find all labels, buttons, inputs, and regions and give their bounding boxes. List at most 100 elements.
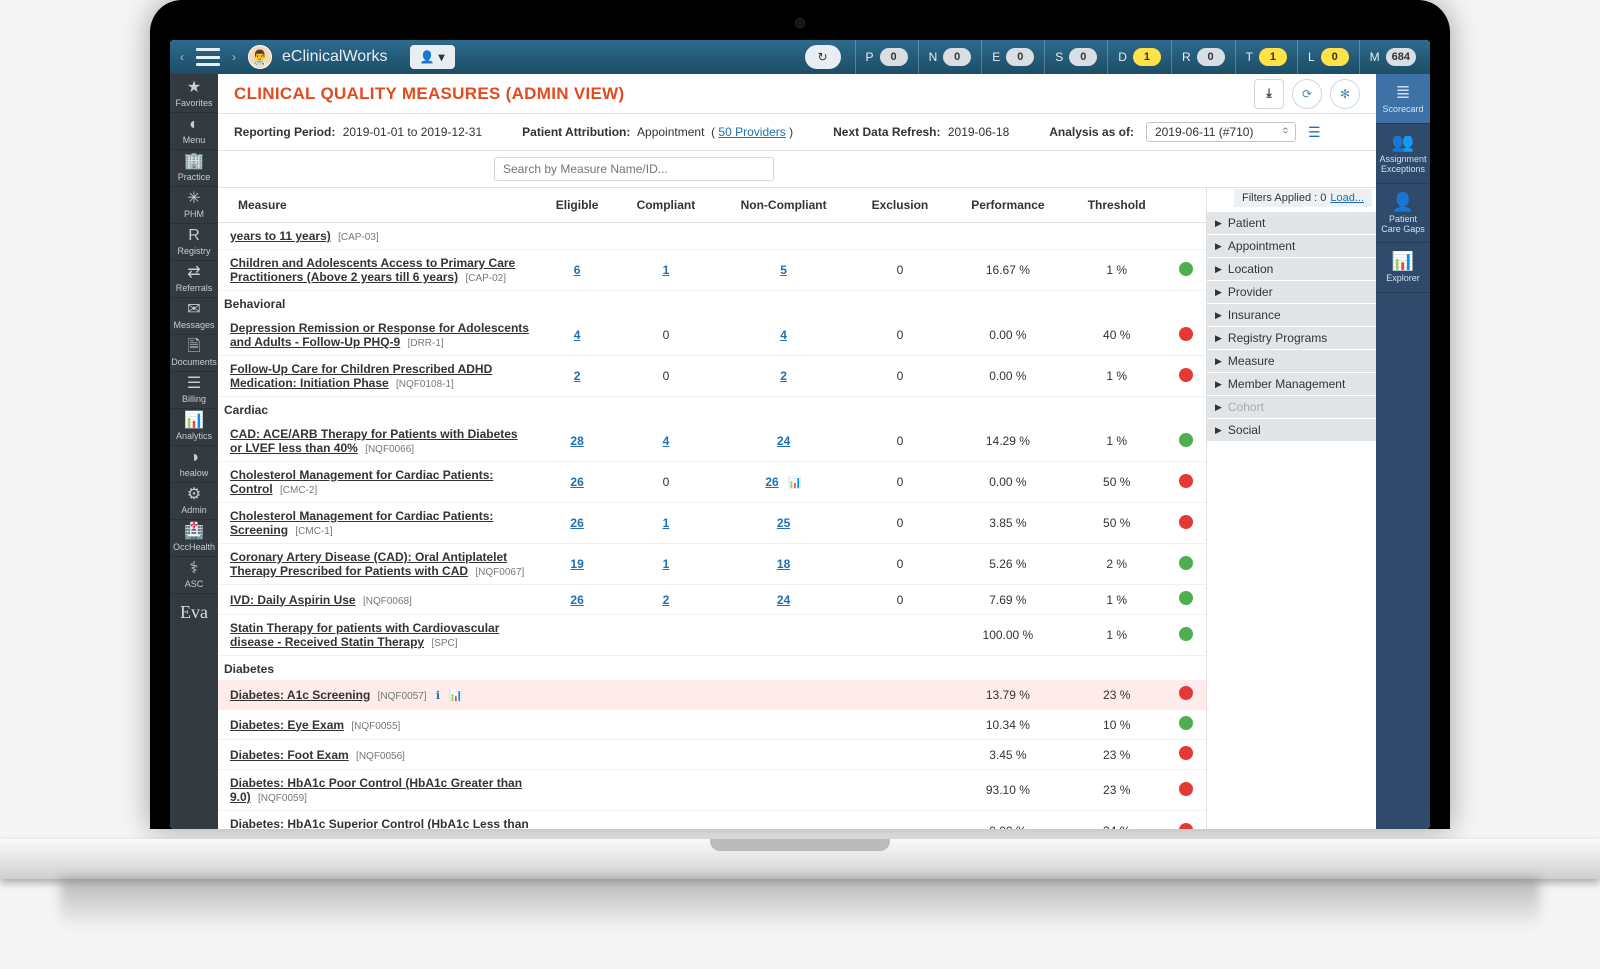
cell-link[interactable]: 5 [780,263,787,277]
measure-name[interactable]: Depression Remission or Response for Ado… [230,321,529,349]
leftnav-occhealth[interactable]: 🏥OccHealth [170,520,218,557]
measure-name[interactable]: Cholesterol Management for Cardiac Patie… [230,468,493,496]
leftnav-favorites[interactable]: ★Favorites [170,76,218,113]
leftnav-billing[interactable]: ☰Billing [170,372,218,409]
chart-icon[interactable]: 📊 [449,690,463,702]
chart-icon[interactable]: 📊 [788,477,802,489]
leftnav-analytics[interactable]: 📊Analytics [170,409,218,446]
filter-location[interactable]: ▶Location [1207,258,1376,281]
measure-name[interactable]: Diabetes: A1c Screening [230,688,370,702]
leftnav-phm[interactable]: ✳PHM [170,187,218,224]
filter-social[interactable]: ▶Social [1207,419,1376,442]
leftnav-asc[interactable]: ⚕ASC [170,557,218,594]
refresh-button[interactable]: ↻ [805,45,841,69]
rightnav-explorer[interactable]: 📊Explorer [1376,243,1430,293]
rightnav-assignment-exceptions[interactable]: 👥Assignment Exceptions [1376,124,1430,184]
filter-member-management[interactable]: ▶Member Management [1207,373,1376,396]
filter-registry-programs[interactable]: ▶Registry Programs [1207,327,1376,350]
menu-toggle-button[interactable] [196,48,220,66]
nav-forward-button[interactable]: › [226,42,242,72]
cell-link[interactable]: 18 [777,557,790,571]
measure-row[interactable]: Cholesterol Management for Cardiac Patie… [218,503,1206,544]
measure-name[interactable]: Diabetes: Eye Exam [230,718,344,732]
leftnav-referrals[interactable]: ⇄Referrals [170,261,218,298]
filter-patient[interactable]: ▶Patient [1207,212,1376,235]
analysis-date-select[interactable]: 2019-06-11 (#710) [1146,122,1296,142]
cell-link[interactable]: 24 [777,434,790,448]
cell-link[interactable]: 26 [570,516,583,530]
leftnav-admin[interactable]: ⚙Admin [170,483,218,520]
measure-row[interactable]: Cholesterol Management for Cardiac Patie… [218,462,1206,503]
measure-name[interactable]: years to 11 years) [230,229,331,243]
filter-insurance[interactable]: ▶Insurance [1207,304,1376,327]
cell-link[interactable]: 28 [570,434,583,448]
filter-measure[interactable]: ▶Measure [1207,350,1376,373]
cell-link[interactable]: 26 [570,475,583,489]
measure-row[interactable]: Depression Remission or Response for Ado… [218,315,1206,356]
counter-r[interactable]: R0 [1171,40,1235,74]
leftnav-messages[interactable]: ✉Messages [170,298,218,335]
settings-button[interactable]: ✻ [1330,79,1360,109]
search-input[interactable] [494,157,774,181]
patient-lookup-button[interactable]: 👤 ▾ [410,45,455,69]
measure-name[interactable]: Coronary Artery Disease (CAD): Oral Anti… [230,550,507,578]
cell-link[interactable]: 2 [574,369,581,383]
nav-back-button[interactable]: ‹ [174,42,190,72]
cell-link[interactable]: 2 [663,593,670,607]
rightnav-scorecard[interactable]: ≣Scorecard [1376,74,1430,124]
measure-name[interactable]: Diabetes: HbA1c Superior Control (HbA1c … [230,817,529,829]
rightnav-patient-care-gaps[interactable]: 👤Patient Care Gaps [1376,184,1430,244]
leftnav-healow[interactable]: ◑healow [170,446,218,483]
counter-t[interactable]: T1 [1235,40,1297,74]
measure-row[interactable]: Follow-Up Care for Children Prescribed A… [218,356,1206,397]
measure-row[interactable]: Diabetes: HbA1c Superior Control (HbA1c … [218,811,1206,830]
measure-row[interactable]: Diabetes: Foot Exam [NQF0056]3.45 %23 % [218,740,1206,770]
cell-link[interactable]: 26 [570,593,583,607]
refresh-action-button[interactable]: ⟳ [1292,79,1322,109]
counter-d[interactable]: D1 [1107,40,1171,74]
filters-load-link[interactable]: Load... [1330,192,1364,204]
measure-row[interactable]: Children and Adolescents Access to Prima… [218,250,1206,291]
cell-link[interactable]: 25 [777,516,790,530]
cell-link[interactable]: 1 [663,263,670,277]
counter-m[interactable]: M684 [1359,40,1426,74]
counter-p[interactable]: P0 [855,40,918,74]
measure-row[interactable]: IVD: Daily Aspirin Use [NQF0068]2622407.… [218,585,1206,615]
counter-s[interactable]: S0 [1044,40,1107,74]
measure-row[interactable]: years to 11 years) [CAP-03] [218,223,1206,250]
measure-row[interactable]: CAD: ACE/ARB Therapy for Patients with D… [218,421,1206,462]
cell-link[interactable]: 24 [777,593,790,607]
cell-link[interactable]: 26 [765,475,778,489]
cell-link[interactable]: 1 [663,516,670,530]
measure-row[interactable]: Diabetes: HbA1c Poor Control (HbA1c Grea… [218,770,1206,811]
measure-name[interactable]: IVD: Daily Aspirin Use [230,593,356,607]
cell-link[interactable]: 2 [780,369,787,383]
cell-link[interactable]: 4 [780,328,787,342]
cell-link[interactable]: 19 [570,557,583,571]
analysis-list-icon[interactable]: ☰ [1308,124,1321,141]
cell-link[interactable]: 4 [574,328,581,342]
filter-appointment[interactable]: ▶Appointment [1207,235,1376,258]
counter-e[interactable]: E0 [981,40,1044,74]
user-avatar[interactable]: 👨‍⚕️ [248,45,272,69]
measure-name[interactable]: Statin Therapy for patients with Cardiov… [230,621,499,649]
info-icon[interactable]: ℹ [436,690,440,702]
cell-link[interactable]: 6 [574,263,581,277]
measure-row[interactable]: Coronary Artery Disease (CAD): Oral Anti… [218,544,1206,585]
counter-n[interactable]: N0 [918,40,982,74]
cell-link[interactable]: 4 [663,434,670,448]
measure-name[interactable]: Diabetes: Foot Exam [230,748,349,762]
measure-row[interactable]: Diabetes: A1c Screening [NQF0057] ℹ 📊13.… [218,680,1206,710]
measures-table-wrap[interactable]: MeasureEligibleCompliantNon-CompliantExc… [218,188,1206,829]
leftnav-menu[interactable]: ◐Menu [170,113,218,150]
filter-provider[interactable]: ▶Provider [1207,281,1376,304]
leftnav-registry[interactable]: RRegistry [170,224,218,261]
measure-row[interactable]: Diabetes: Eye Exam [NQF0055]10.34 %10 % [218,710,1206,740]
download-button[interactable]: ⤓ [1254,79,1284,109]
providers-link[interactable]: 50 Providers [718,125,785,139]
counter-l[interactable]: L0 [1297,40,1359,74]
leftnav-documents[interactable]: 🗎Documents [170,335,218,372]
measure-name[interactable]: Cholesterol Management for Cardiac Patie… [230,509,493,537]
cell-link[interactable]: 1 [663,557,670,571]
leftnav-practice[interactable]: 🏢Practice [170,150,218,187]
